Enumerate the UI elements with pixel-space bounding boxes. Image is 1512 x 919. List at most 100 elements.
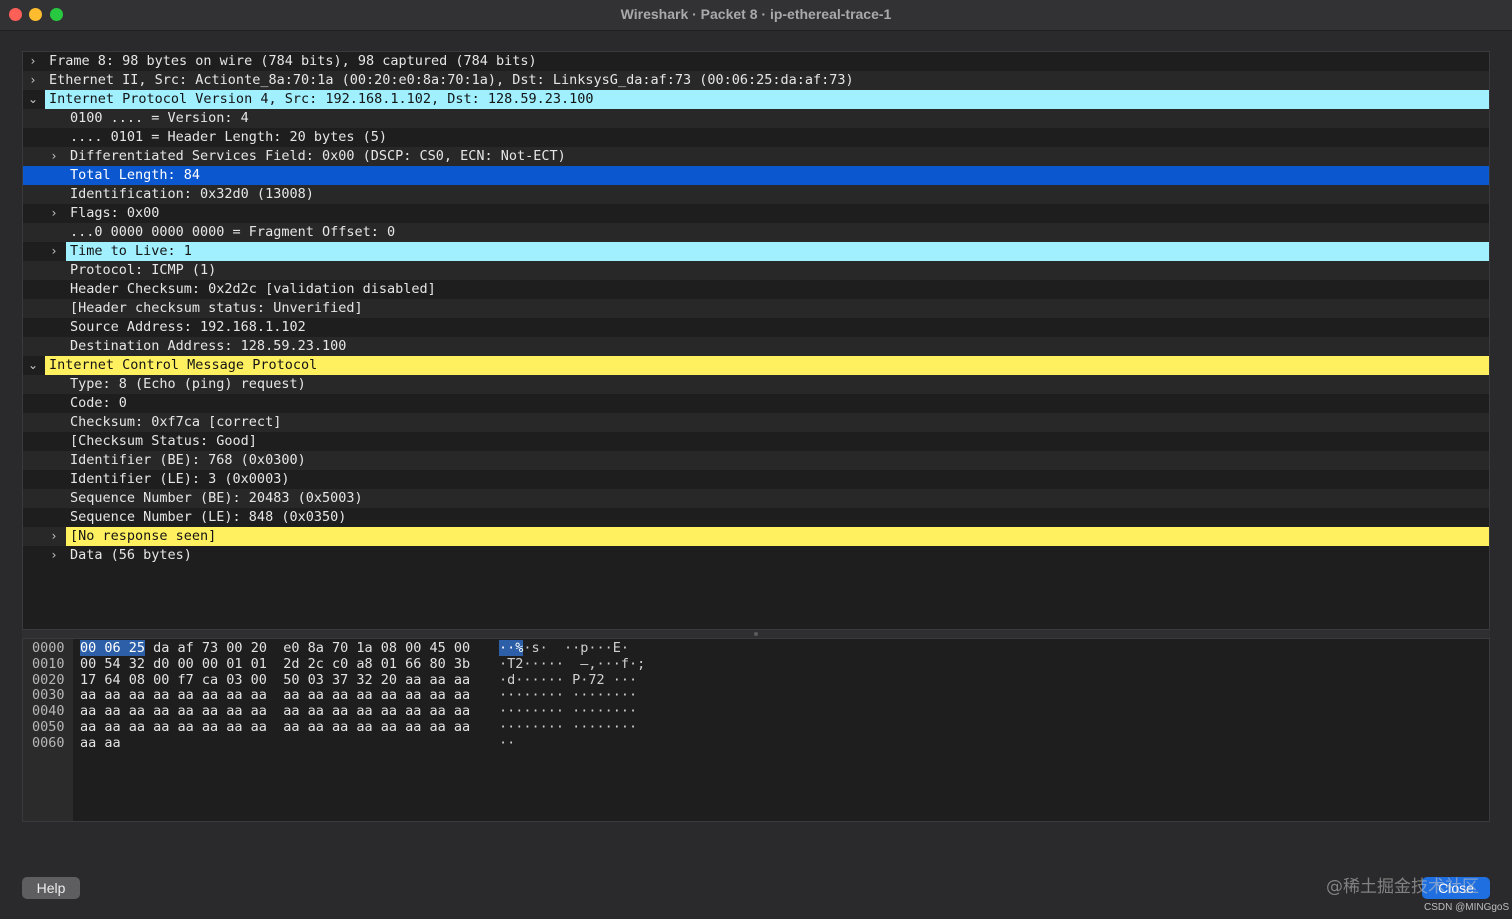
hex-bytes[interactable]: aa aa aa aa aa aa aa aa aa aa aa aa aa a… (80, 719, 470, 735)
tree-row-label: Differentiated Services Field: 0x00 (DSC… (70, 148, 566, 164)
hex-ascii[interactable]: ········ ········ (499, 703, 637, 719)
tree-row[interactable]: .... 0101 = Header Length: 20 bytes (5) (23, 128, 1489, 147)
hex-bytes[interactable]: 17 64 08 00 f7 ca 03 00 50 03 37 32 20 a… (80, 672, 470, 688)
chevron-right-icon[interactable]: › (48, 242, 60, 261)
packet-details-tree[interactable]: › Frame 8: 98 bytes on wire (784 bits), 9… (22, 51, 1490, 630)
hex-bytes-text: aa aa aa aa aa aa aa aa aa aa aa aa aa a… (80, 703, 471, 720)
tree-row-label: Destination Address: 128.59.23.100 (70, 338, 347, 354)
hex-bytes[interactable]: aa aa aa aa aa aa aa aa aa aa aa aa aa a… (80, 687, 470, 703)
hex-offset: 0050 (32, 719, 65, 735)
watermark-author: CSDN @MINGgoS (1424, 902, 1510, 913)
tree-row[interactable]: Destination Address: 128.59.23.100 (23, 337, 1489, 356)
tree-row[interactable]: › Ethernet II, Src: Actionte_8a:70:1a (00… (23, 71, 1489, 90)
tree-row[interactable]: › Frame 8: 98 bytes on wire (784 bits), 9… (23, 52, 1489, 71)
chevron-right-icon[interactable]: › (48, 147, 60, 166)
hex-bytes[interactable]: aa aa aa aa aa aa aa aa aa aa aa aa aa a… (80, 703, 470, 719)
hex-row[interactable]: 0030 aa aa aa aa aa aa aa aa aa aa aa aa … (23, 687, 1489, 703)
tree-row-label: Identification: 0x32d0 (13008) (70, 186, 314, 202)
tree-row[interactable]: [Checksum Status: Good] (23, 432, 1489, 451)
hex-bytes[interactable]: 00 54 32 d0 00 00 01 01 2d 2c c0 a8 01 6… (80, 656, 470, 672)
hex-ascii[interactable]: ········ ········ (499, 687, 637, 703)
tree-row[interactable]: [Header checksum status: Unverified] (23, 299, 1489, 318)
chevron-right-icon[interactable]: › (27, 52, 39, 71)
tree-row-label: Source Address: 192.168.1.102 (70, 319, 306, 335)
tree-row[interactable]: ⌄ Internet Protocol Version 4, Src: 192.1… (23, 90, 1489, 109)
tree-row[interactable]: › Differentiated Services Field: 0x00 (DS… (23, 147, 1489, 166)
tree-row[interactable]: › Time to Live: 1 (23, 242, 1489, 261)
hex-offset: 0060 (32, 734, 65, 751)
tree-row-label: Header Checksum: 0x2d2c [validation disa… (70, 281, 436, 297)
pane-splitter[interactable] (22, 630, 1490, 638)
tree-row[interactable]: 0100 .... = Version: 4 (23, 109, 1489, 128)
tree-row-label: [Header checksum status: Unverified] (70, 300, 363, 316)
tree-row-label: Flags: 0x00 (70, 205, 160, 221)
hex-ascii[interactable]: ·· (499, 735, 515, 751)
hex-row[interactable]: 0020 17 64 08 00 f7 ca 03 00 50 03 37 32 … (23, 672, 1489, 688)
chevron-right-icon[interactable]: › (27, 71, 39, 90)
hex-ascii-text: ·· (499, 734, 516, 751)
tree-row-label: Total Length: 84 (70, 167, 201, 183)
selected-ascii[interactable]: ··% (499, 640, 524, 656)
tree-row-label: Type: 8 (Echo (ping) request) (70, 376, 306, 392)
selected-bytes[interactable]: 00 06 25 (80, 640, 146, 656)
chevron-down-icon[interactable]: ⌄ (27, 356, 39, 375)
hex-row[interactable]: 0040 aa aa aa aa aa aa aa aa aa aa aa aa … (23, 703, 1489, 719)
tree-row[interactable]: Identifier (LE): 3 (0x0003) (23, 470, 1489, 489)
window-title: Wireshark · Packet 8 · ip-ethereal-trace… (620, 6, 892, 22)
hex-bytes-text: aa aa (80, 734, 121, 751)
hex-row[interactable]: 0000 00 06 25 da af 73 00 20 e0 8a 70 1a … (23, 640, 1489, 656)
tree-row[interactable]: ...0 0000 0000 0000 = Fragment Offset: 0 (23, 223, 1489, 242)
tree-row[interactable]: › Data (56 bytes) (23, 546, 1489, 565)
hex-row[interactable]: 0050 aa aa aa aa aa aa aa aa aa aa aa aa … (23, 719, 1489, 735)
tree-row-label: Data (56 bytes) (70, 547, 192, 563)
hex-ascii[interactable]: ··%·s· ··p···E· (499, 640, 629, 656)
tree-row[interactable]: Identification: 0x32d0 (13008) (23, 185, 1489, 204)
hex-bytes-text: aa aa aa aa aa aa aa aa aa aa aa aa aa a… (80, 687, 471, 704)
tree-row[interactable]: › [No response seen] (23, 527, 1489, 546)
tree-row[interactable]: Identifier (BE): 768 (0x0300) (23, 451, 1489, 470)
tree-row-label: Internet Control Message Protocol (45, 356, 1489, 375)
chevron-down-icon[interactable]: ⌄ (27, 90, 39, 109)
tree-row[interactable]: Code: 0 (23, 394, 1489, 413)
tree-row[interactable]: Header Checksum: 0x2d2c [validation disa… (23, 280, 1489, 299)
hex-ascii-text: ········ ········ (499, 687, 638, 704)
hex-bytes-text: 00 54 32 d0 00 00 01 01 2d 2c c0 a8 01 6… (80, 655, 471, 672)
packet-bytes-pane[interactable]: 0000 00 06 25 da af 73 00 20 e0 8a 70 1a … (22, 638, 1490, 822)
chevron-right-icon[interactable]: › (48, 204, 60, 223)
hex-ascii-text: ·d······ P·72 ··· (499, 671, 638, 688)
hex-offset: 0040 (32, 703, 65, 720)
hex-row[interactable]: 0060 aa aa ·· (23, 735, 1489, 751)
hex-bytes-text: 17 64 08 00 f7 ca 03 00 50 03 37 32 20 a… (80, 671, 471, 688)
hex-row[interactable]: 0010 00 54 32 d0 00 00 01 01 2d 2c c0 a8 … (23, 656, 1489, 672)
hex-bytes-text: aa aa aa aa aa aa aa aa aa aa aa aa aa a… (80, 719, 471, 735)
tree-row-label: Sequence Number (BE): 20483 (0x5003) (70, 490, 363, 506)
tree-row[interactable]: › Flags: 0x00 (23, 204, 1489, 223)
chevron-right-icon[interactable]: › (48, 527, 60, 546)
hex-ascii[interactable]: ········ ········ (499, 719, 637, 735)
help-button[interactable]: Help (22, 877, 80, 899)
tree-row[interactable]: ⌄ Internet Control Message Protocol (23, 356, 1489, 375)
hex-ascii-text: ········ ········ (499, 719, 638, 735)
close-button[interactable]: Close (1422, 877, 1490, 899)
tree-row[interactable]: Sequence Number (BE): 20483 (0x5003) (23, 489, 1489, 508)
hex-ascii[interactable]: ·d······ P·72 ··· (499, 672, 637, 688)
splitter-handle-icon[interactable] (754, 632, 758, 636)
tree-row[interactable]: Total Length: 84 (23, 166, 1489, 185)
tree-row[interactable]: Sequence Number (LE): 848 (0x0350) (23, 508, 1489, 527)
tree-row[interactable]: Source Address: 192.168.1.102 (23, 318, 1489, 337)
hex-offset: 0030 (32, 687, 65, 704)
hex-ascii-text: ·s· ··p···E· (523, 640, 630, 656)
hex-offset: 0010 (32, 655, 65, 672)
tree-row[interactable]: Type: 8 (Echo (ping) request) (23, 375, 1489, 394)
tree-row[interactable]: Checksum: 0xf7ca [correct] (23, 413, 1489, 432)
tree-row-label: Ethernet II, Src: Actionte_8a:70:1a (00:… (49, 72, 854, 88)
hex-bytes[interactable]: aa aa (80, 735, 121, 751)
tree-row-label: [No response seen] (66, 527, 1489, 546)
tree-row-label: Frame 8: 98 bytes on wire (784 bits), 98… (49, 53, 537, 69)
chevron-right-icon[interactable]: › (48, 546, 60, 565)
hex-bytes[interactable]: 00 06 25 da af 73 00 20 e0 8a 70 1a 08 0… (80, 640, 470, 656)
hex-ascii[interactable]: ·T2····· –,···f·; (499, 656, 645, 672)
tree-row-label: Checksum: 0xf7ca [correct] (70, 414, 282, 430)
tree-row[interactable]: Protocol: ICMP (1) (23, 261, 1489, 280)
hex-ascii-text: ········ ········ (499, 703, 638, 720)
